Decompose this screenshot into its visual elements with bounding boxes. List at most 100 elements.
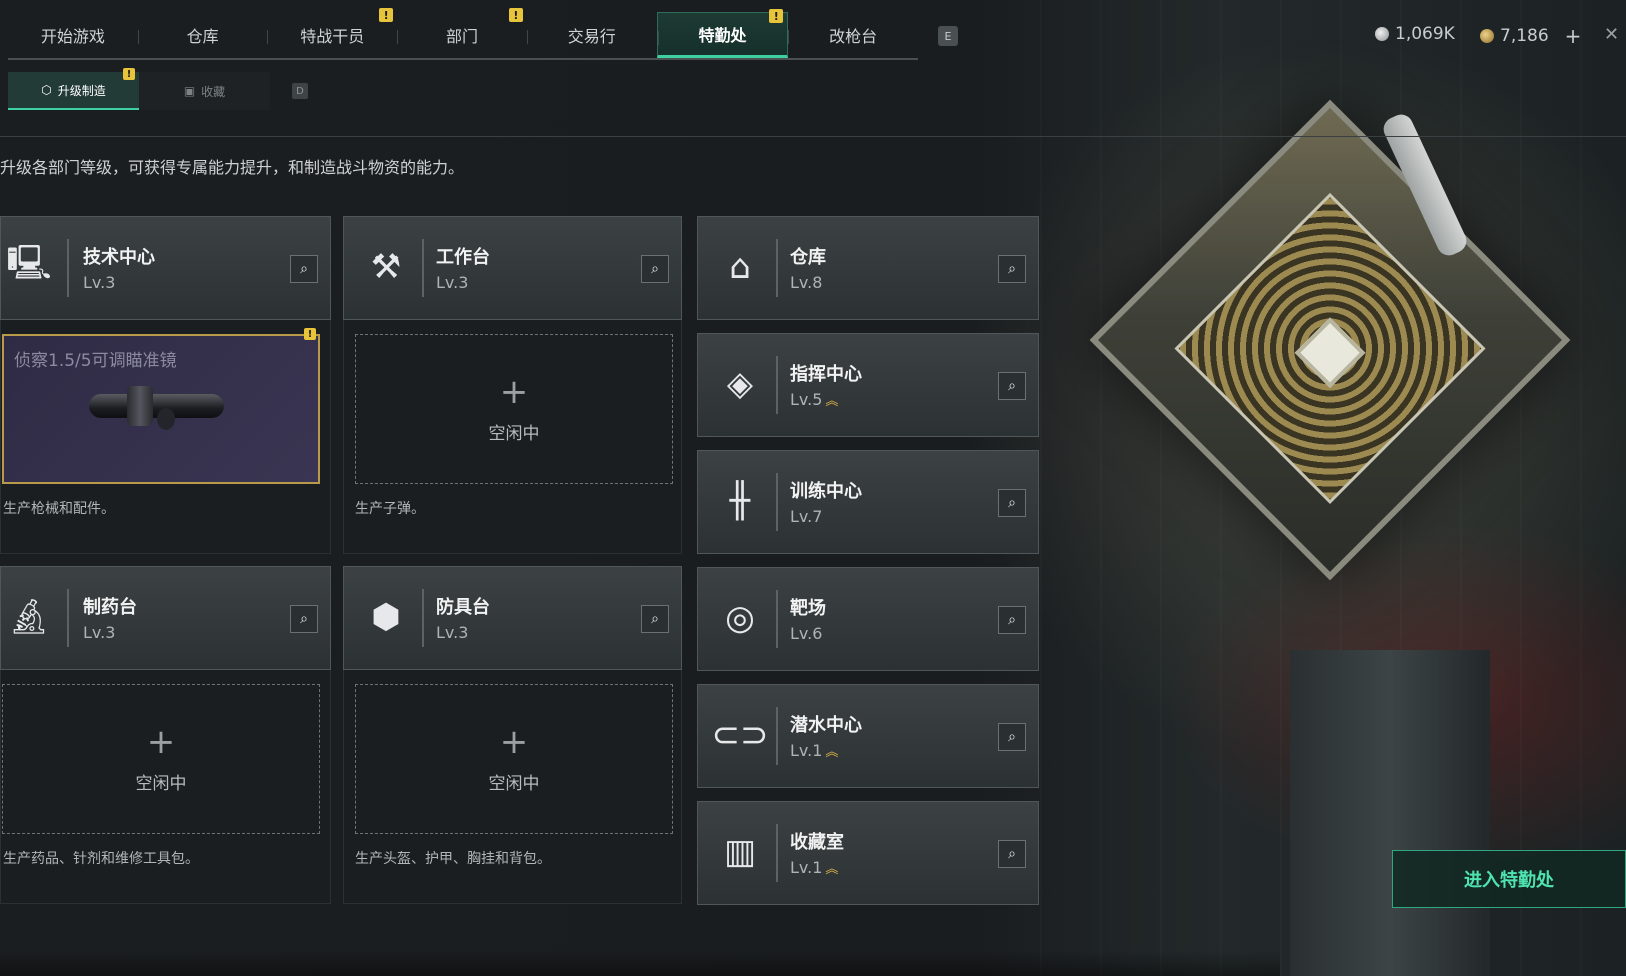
tab-label: 改枪台 [829, 27, 878, 46]
gold-currency: 7,186 + [1480, 24, 1581, 48]
scope-item-icon [89, 386, 224, 430]
sub-tabs: ⬡ 升级制造 ! ▣ 收藏 [8, 68, 270, 110]
dept-name: 指挥中心 [790, 364, 862, 385]
dept-card-warehouse[interactable]: ⌂ 仓库 Lv.8 ⌕ [697, 216, 1039, 320]
level-value: Lv.1 [790, 858, 823, 877]
tab-label: 开始游戏 [40, 27, 105, 46]
idle-label: 空闲中 [488, 773, 540, 794]
bottom-strip [0, 950, 1280, 976]
hotkey-e-badge[interactable]: E [938, 26, 958, 46]
dept-card-command[interactable]: ◈ 指挥中心 Lv.5 ︽ ⌕ [697, 333, 1039, 437]
crosshair-icon: ◎ [725, 598, 755, 638]
production-description: 生产子弹。 [355, 501, 425, 517]
diamond-target-icon: ◈ [726, 364, 754, 404]
page-description: 升级各部门等级，可获得专属能力提升，和制造战斗物资的能力。 [0, 158, 465, 177]
search-icon[interactable]: ⌕ [998, 723, 1026, 751]
search-icon[interactable]: ⌕ [290, 605, 318, 633]
tab-trading[interactable]: 交易行 [526, 12, 657, 58]
monitor-icon: 🖳 [6, 242, 52, 283]
search-icon[interactable]: ⌕ [998, 489, 1026, 517]
add-currency-button[interactable]: + [1565, 24, 1582, 48]
tab-label: 特勤处 [698, 26, 747, 45]
tab-start-game[interactable]: 开始游戏 [8, 12, 138, 58]
dept-card-armor[interactable]: ⬢ 防具台 Lv.3 ⌕ [343, 566, 682, 670]
search-icon[interactable]: ⌕ [641, 255, 669, 283]
dept-name: 工作台 [436, 247, 490, 268]
tab-label: 升级制造 [57, 83, 106, 98]
main-nav: 开始游戏 仓库 特战干员 ! 部门 ! 交易行 特勤处 ! 改枪台 [8, 8, 918, 60]
alert-icon: ! [379, 8, 394, 22]
search-icon[interactable]: ⌕ [998, 606, 1026, 634]
gold-amount: 7,186 [1500, 26, 1549, 46]
tab-label: 部门 [446, 27, 479, 46]
tab-collection[interactable]: ▣ 收藏 [139, 72, 270, 110]
tab-warehouse[interactable]: 仓库 [137, 12, 268, 58]
cube-pedestal [1290, 650, 1490, 976]
production-description: 生产枪械和配件。 [3, 501, 115, 517]
alert-icon: ! [508, 8, 523, 22]
dept-card-training[interactable]: ╫ 训练中心 Lv.7 ⌕ [697, 450, 1039, 554]
alert-icon: ! [123, 68, 135, 80]
dept-card-tech[interactable]: 🖳 技术中心 Lv.3 ⌕ [0, 216, 331, 320]
dumbbell-icon: ╫ [729, 481, 751, 521]
dept-level: Lv.3 [83, 273, 116, 292]
item-name: 侦察1.5/5可调瞄准镜 [14, 351, 177, 371]
dept-level: Lv.1 ︽ [790, 741, 838, 760]
tab-departments[interactable]: 部门 ! [397, 8, 527, 58]
dept-name: 技术中心 [83, 247, 155, 268]
search-icon[interactable]: ⌕ [641, 605, 669, 633]
hotkey-d-badge[interactable]: D [292, 83, 308, 99]
silver-amount: 1,069K [1395, 24, 1455, 44]
silver-currency: 1,069K [1375, 24, 1455, 44]
tab-special-ops[interactable]: 特勤处 ! [656, 9, 789, 58]
production-slot-workbench[interactable]: + 空闲中 [355, 334, 673, 484]
production-slot-armor[interactable]: + 空闲中 [355, 684, 673, 834]
search-icon[interactable]: ⌕ [290, 255, 318, 283]
add-icon: + [146, 721, 176, 762]
dept-card-pharmacy[interactable]: 🔬︎ 制药台 Lv.3 ⌕ [0, 566, 331, 670]
tab-upgrade-craft[interactable]: ⬡ 升级制造 ! [8, 68, 139, 110]
dept-level: Lv.8 [790, 273, 823, 292]
dept-card-diving[interactable]: ⊂⊃ 潜水中心 Lv.1 ︽ ⌕ [697, 684, 1039, 788]
close-icon[interactable]: ✕ [1604, 24, 1619, 45]
upgrade-arrow-icon: ︽ [825, 862, 839, 877]
level-value: Lv.5 [790, 390, 823, 409]
production-slot-pharmacy[interactable]: + 空闲中 [2, 684, 320, 834]
enter-special-ops-button[interactable]: 进入特勤处 [1392, 850, 1626, 908]
production-description: 生产药品、针剂和维修工具包。 [3, 851, 199, 867]
tab-operators[interactable]: 特战干员 ! [267, 8, 397, 58]
hammer-wrench-icon: ⚒ [370, 247, 402, 287]
search-icon[interactable]: ⌕ [998, 840, 1026, 868]
dept-level: Lv.3 [436, 273, 469, 292]
idle-label: 空闲中 [488, 423, 540, 444]
gold-coin-icon [1480, 29, 1494, 43]
dept-name: 仓库 [790, 247, 826, 268]
display-case-icon: ▥ [723, 832, 757, 872]
tab-gunsmith[interactable]: 改枪台 [788, 12, 918, 58]
diving-mask-icon: ⊂⊃ [711, 715, 769, 755]
collection-icon: ▣ [183, 84, 196, 98]
dept-name: 防具台 [436, 597, 490, 618]
cubes-icon: ⬢ [371, 597, 401, 637]
alert-icon: ! [769, 9, 784, 23]
garage-icon: ⌂ [729, 247, 751, 287]
search-icon[interactable]: ⌕ [998, 255, 1026, 283]
dept-level: Lv.3 [83, 623, 116, 642]
dept-card-range[interactable]: ◎ 靶场 Lv.6 ⌕ [697, 567, 1039, 671]
dept-level: Lv.6 [790, 624, 823, 643]
upgrade-arrow-icon: ︽ [825, 394, 839, 409]
upgrade-arrow-icon: ︽ [825, 745, 839, 760]
alert-icon: ! [304, 328, 316, 340]
search-icon[interactable]: ⌕ [998, 372, 1026, 400]
tab-label: 收藏 [201, 84, 226, 99]
dept-level: Lv.5 ︽ [790, 390, 838, 409]
dept-card-collection[interactable]: ▥ 收藏室 Lv.1 ︽ ⌕ [697, 801, 1039, 905]
divider [0, 136, 1626, 137]
add-icon: + [499, 721, 529, 762]
production-description: 生产头盔、护甲、胸挂和背包。 [355, 851, 551, 867]
tab-label: 仓库 [186, 27, 219, 46]
upgrade-icon: ⬡ [41, 83, 52, 97]
dept-card-workbench[interactable]: ⚒ 工作台 Lv.3 ⌕ [343, 216, 682, 320]
dept-level: Lv.1 ︽ [790, 858, 838, 877]
production-slot-tech[interactable]: 侦察1.5/5可调瞄准镜 [2, 334, 320, 484]
